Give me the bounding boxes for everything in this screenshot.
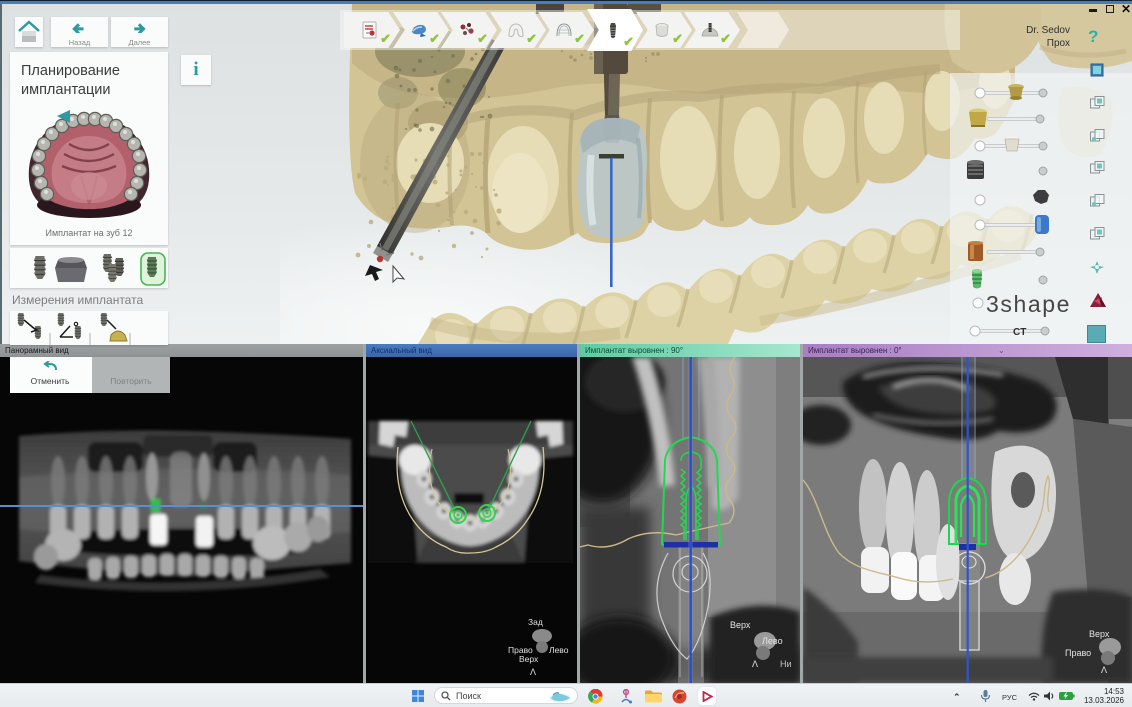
svg-text:Λ: Λ	[752, 659, 758, 669]
svg-text:Верх: Верх	[730, 620, 751, 630]
svg-text:CT: CT	[1013, 327, 1026, 338]
svg-text:Право: Право	[1065, 648, 1091, 658]
svg-text:Лево: Лево	[549, 645, 569, 655]
svg-text:Зад: Зад	[528, 617, 543, 627]
svg-text:Λ: Λ	[1101, 665, 1107, 675]
svg-text:Верх: Верх	[519, 654, 539, 664]
svg-text:Λ: Λ	[530, 667, 536, 677]
svg-text:Верх: Верх	[1089, 629, 1110, 639]
svg-text:Лево: Лево	[762, 636, 783, 646]
svg-text:Ни: Ни	[780, 659, 792, 669]
